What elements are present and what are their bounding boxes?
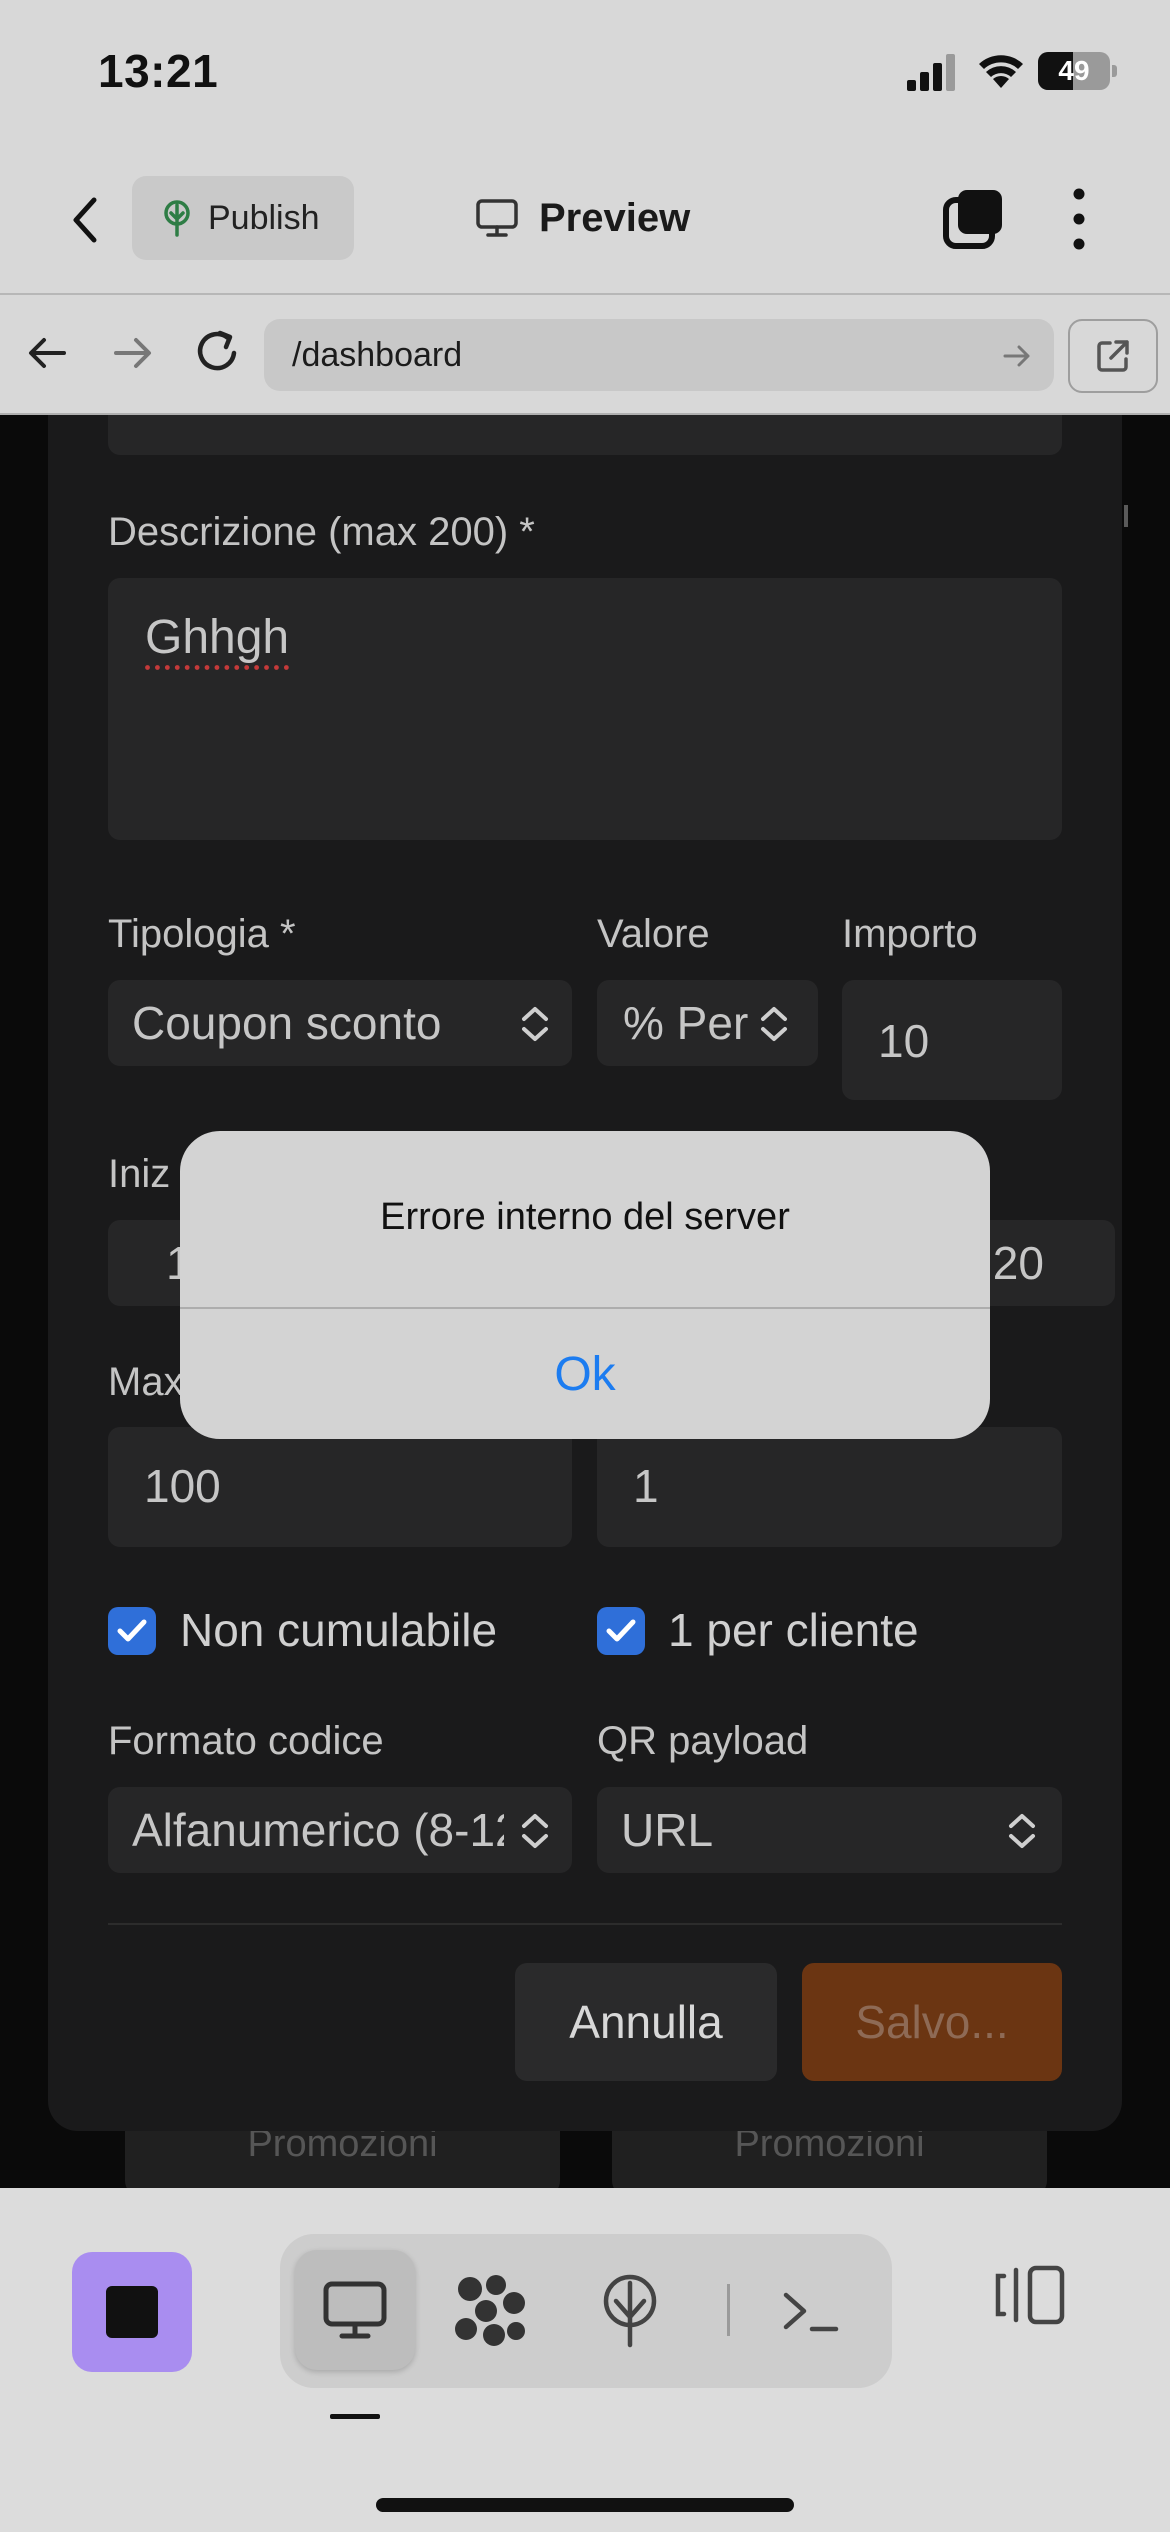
more-vertical-icon[interactable] xyxy=(1064,186,1094,252)
publish-label: Publish xyxy=(208,198,320,237)
external-link-icon xyxy=(1097,340,1129,372)
status-time: 13:21 xyxy=(98,45,219,97)
qr-payload-label: QR payload xyxy=(597,1719,809,1763)
previous-field[interactable] xyxy=(108,415,1062,455)
app-bar: Publish Preview xyxy=(0,150,1170,295)
formato-codice-select[interactable]: Alfanumerico (8-12) xyxy=(108,1787,572,1873)
qr-payload-select[interactable]: URL xyxy=(597,1787,1062,1873)
tool-separator xyxy=(727,2284,730,2336)
select-arrows-icon xyxy=(522,1007,548,1041)
error-alert: Errore interno del server Ok xyxy=(180,1131,990,1439)
uno-per-cliente-label: 1 per cliente xyxy=(668,1604,919,1656)
cancel-label: Annulla xyxy=(569,1996,723,2048)
checkmark-icon xyxy=(606,1619,636,1642)
tipologia-value: Coupon sconto xyxy=(132,997,442,1049)
select-arrows-icon xyxy=(522,1814,548,1848)
max-utilizzi-input[interactable]: 100 xyxy=(108,1427,572,1547)
reload-icon[interactable] xyxy=(192,325,242,377)
save-label: Salvo... xyxy=(855,1996,1009,2048)
qr-value: URL xyxy=(621,1804,714,1856)
publish-tree-icon xyxy=(164,200,190,237)
stop-app-button[interactable] xyxy=(72,2252,192,2372)
tool-publish-button[interactable] xyxy=(580,2256,680,2366)
non-cumulabile-label: Non cumulabile xyxy=(180,1604,498,1656)
descrizione-label: Descrizione (max 200) * xyxy=(108,510,535,554)
checkmark-icon xyxy=(117,1619,147,1642)
layout-toggle-icon[interactable] xyxy=(990,2264,1070,2326)
bottom-toolbar xyxy=(0,2188,1170,2532)
monitor-icon xyxy=(476,199,518,237)
chevron-left-icon xyxy=(73,197,97,243)
url-input[interactable]: /dashboard xyxy=(264,319,1054,391)
formato-value: Alfanumerico (8-12) xyxy=(132,1804,504,1856)
max-value: 100 xyxy=(144,1460,221,1512)
open-external-button[interactable] xyxy=(1068,319,1158,393)
non-cumulabile-checkbox[interactable] xyxy=(108,1607,156,1655)
go-arrow-icon[interactable] xyxy=(1002,343,1032,369)
uno-per-cliente-checkbox[interactable] xyxy=(597,1607,645,1655)
chain-nodes-icon xyxy=(455,2275,525,2346)
importo-input[interactable]: 10 xyxy=(842,980,1062,1100)
active-tab-indicator xyxy=(330,2414,380,2419)
arrow-right-icon[interactable] xyxy=(110,331,154,375)
tool-preview-button[interactable] xyxy=(295,2250,415,2370)
preview-tab[interactable]: Preview xyxy=(475,186,690,250)
preview-label: Preview xyxy=(539,195,691,240)
url-bar: /dashboard xyxy=(0,295,1170,415)
cellular-signal-icon xyxy=(907,54,955,91)
monitor-icon xyxy=(323,2281,387,2339)
tipologia-label: Tipologia * xyxy=(108,912,296,956)
max-label: Max xyxy=(108,1360,184,1404)
arrow-left-icon[interactable] xyxy=(26,331,70,375)
tipologia-select[interactable]: Coupon sconto xyxy=(108,980,572,1066)
tool-console-button[interactable] xyxy=(760,2256,860,2366)
importo-label: Importo xyxy=(842,912,978,956)
select-arrows-icon xyxy=(1009,1814,1035,1848)
url-text: /dashboard xyxy=(292,335,463,374)
publish-button[interactable]: Publish xyxy=(132,176,354,260)
battery-percent: 49 xyxy=(1058,55,1090,86)
home-indicator[interactable] xyxy=(376,2498,794,2512)
battery-indicator: 49 xyxy=(1038,52,1117,90)
terminal-icon xyxy=(783,2292,839,2332)
importo-value: 10 xyxy=(878,1015,930,1067)
cancel-button[interactable]: Annulla xyxy=(515,1963,777,2081)
formato-label: Formato codice xyxy=(108,1719,384,1763)
valore-label: Valore xyxy=(597,912,710,956)
valore-select[interactable]: % Percentuale xyxy=(597,980,818,1066)
publish-tree-icon xyxy=(603,2274,657,2348)
alert-ok-label: Ok xyxy=(554,1347,616,1401)
wifi-icon xyxy=(979,55,1023,88)
descrizione-value: Ghhgh xyxy=(145,611,290,664)
valore-value: % Percentuale xyxy=(623,997,748,1049)
alert-message: Errore interno del server xyxy=(380,1196,790,1238)
status-bar: 13:21 49 xyxy=(0,0,1170,150)
alert-ok-button[interactable]: Ok xyxy=(180,1309,990,1439)
stop-icon xyxy=(106,2286,158,2338)
tool-group xyxy=(280,2234,892,2388)
form-footer-divider xyxy=(108,1923,1062,1925)
tabs-icon[interactable] xyxy=(942,188,1006,252)
save-button[interactable]: Salvo... xyxy=(802,1963,1062,2081)
scroll-indicator xyxy=(1124,505,1128,527)
inizio-label: Iniz xyxy=(108,1152,171,1196)
tool-connections-button[interactable] xyxy=(440,2256,540,2366)
back-button[interactable] xyxy=(60,190,110,250)
select-arrows-icon xyxy=(761,1007,787,1041)
per-cliente-value: 1 xyxy=(633,1460,659,1512)
per-cliente-input[interactable]: 1 xyxy=(597,1427,1062,1547)
